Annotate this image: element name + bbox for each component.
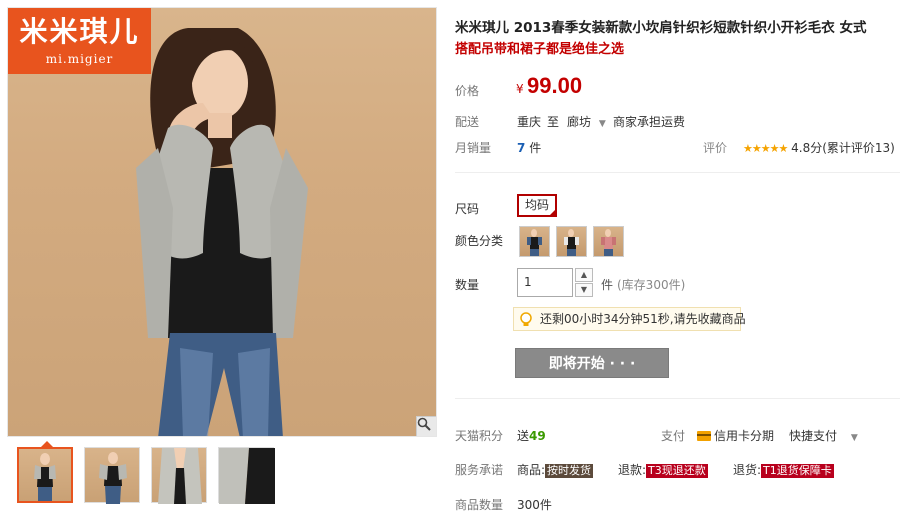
coming-soon-button[interactable]: 即将开始 · · · (515, 348, 669, 378)
product-title: 米米琪儿 2013春季女装新款小坎肩针织衫短款针织小开衫毛衣 女式 (455, 20, 867, 36)
color-swatch-3[interactable] (593, 226, 624, 257)
points-value: 送49 (517, 427, 546, 444)
pay-label: 支付 (661, 429, 686, 443)
chevron-up-icon: ▲ (580, 270, 588, 279)
ship-to-value: 廊坊 (567, 115, 592, 129)
promise-refund-prefix: 退款: (618, 463, 647, 477)
rating-text: 4.8分(累计评价13) (791, 141, 895, 155)
monthly-sales: 7 件 (517, 139, 541, 156)
thumbnail-1[interactable] (17, 441, 73, 503)
brand-logo-cn: 米米琪儿 (19, 15, 140, 48)
thumbnail-3[interactable] (151, 447, 207, 504)
thumbnail-image (99, 452, 127, 504)
swatch-image (527, 229, 542, 256)
swatch-image (564, 229, 579, 256)
qty-decrease-button[interactable]: ▼ (575, 283, 593, 297)
points-number: 49 (529, 429, 546, 443)
shipping-label: 配送 (455, 115, 480, 129)
promise-refund[interactable]: 退款: T3现退还款 (618, 461, 708, 478)
points-prefix: 送 (517, 429, 530, 443)
thumbnail-image (158, 448, 202, 504)
thumbnail-2[interactable] (84, 447, 140, 504)
color-swatch-2[interactable] (556, 226, 587, 257)
stock-text: (库存300件) (617, 278, 686, 292)
color-label: 颜色分类 (455, 234, 504, 248)
thumbnail-image (34, 453, 56, 501)
ship-to-word: 至 (547, 115, 560, 129)
promise-goods-prefix: 商品: (517, 463, 546, 477)
product-detail-panel: 米米琪儿 2013春季女装新款小坎肩针织衫短款针织小开衫毛衣 女式 搭配吊带和裙… (455, 0, 900, 514)
points-label: 天猫积分 (455, 429, 504, 443)
promise-goods[interactable]: 商品: 按时发货 (517, 461, 594, 478)
credit-card-icon (697, 431, 711, 441)
promise-goods-tag: 按时发货 (545, 464, 594, 478)
countdown-notice: 还剩00小时34分钟51秒,请先收藏商品 (513, 307, 746, 331)
swatch-image (601, 229, 616, 256)
stock-quantity-label: 商品数量 (455, 498, 504, 512)
magnifier-icon (417, 417, 431, 431)
quick-pay-text: 快捷支付 (789, 429, 838, 443)
quantity-input[interactable]: 1 (517, 268, 573, 297)
rating-stars: ★★★★★ (743, 142, 788, 155)
credit-card-installment[interactable]: 信用卡分期 (697, 427, 774, 444)
divider (455, 172, 900, 173)
main-product-image[interactable]: 米米琪儿 mi.migier (7, 7, 437, 437)
stock-quantity-value: 300件 (517, 498, 552, 512)
monthly-sales-count: 7 (517, 141, 526, 155)
promise-refund-tag: T3现退还款 (646, 464, 708, 478)
color-swatch-1[interactable] (519, 226, 550, 257)
promise-return-tag: T1退货保障卡 (761, 464, 834, 478)
lightbulb-icon (520, 312, 532, 326)
promise-return[interactable]: 退货: T1退货保障卡 (733, 461, 834, 478)
rating-label: 评价 (703, 141, 728, 155)
rating-summary[interactable]: ★★★★★ 4.8分(累计评价13) (743, 139, 895, 156)
qty-label: 数量 (455, 278, 480, 292)
thumbnail-strip (17, 441, 275, 505)
product-subtitle: 搭配吊带和裙子都是绝佳之选 (455, 42, 625, 57)
thumbnail-4[interactable] (218, 447, 275, 504)
size-option-selected[interactable]: 均码 (517, 194, 557, 217)
price-label: 价格 (455, 84, 480, 98)
brand-logo-en: mi.migier (45, 52, 114, 66)
price-value: 99.00 (527, 73, 583, 98)
ship-from: 重庆 (517, 115, 542, 129)
selected-check-icon (548, 208, 557, 217)
divider (455, 398, 900, 399)
chevron-down-icon: ▼ (850, 433, 858, 443)
qty-unit: 件 (601, 278, 614, 292)
brand-logo: 米米琪儿 mi.migier (8, 8, 151, 74)
zoom-button[interactable] (416, 416, 436, 436)
promise-return-prefix: 退货: (733, 463, 762, 477)
price-currency: ¥ (516, 82, 524, 96)
size-label: 尺码 (455, 202, 480, 216)
monthly-sales-unit: 件 (529, 141, 542, 155)
shipping-fee: 商家承担运费 (613, 115, 686, 129)
quick-pay-select[interactable]: 快捷支付 ▼ (789, 427, 858, 444)
service-promise-label: 服务承诺 (455, 463, 504, 477)
monthly-sales-label: 月销量 (455, 141, 492, 155)
chevron-down-icon: ▼ (580, 285, 588, 294)
chevron-down-icon: ▼ (598, 119, 606, 129)
size-option-text: 均码 (524, 198, 549, 212)
thumbnail-image (219, 448, 275, 504)
qty-increase-button[interactable]: ▲ (575, 268, 593, 282)
credit-card-text: 信用卡分期 (714, 429, 775, 443)
ship-to-select[interactable]: 廊坊 ▼ (567, 113, 606, 130)
countdown-text: 还剩00小时34分钟51秒,请先收藏商品 (540, 312, 746, 326)
